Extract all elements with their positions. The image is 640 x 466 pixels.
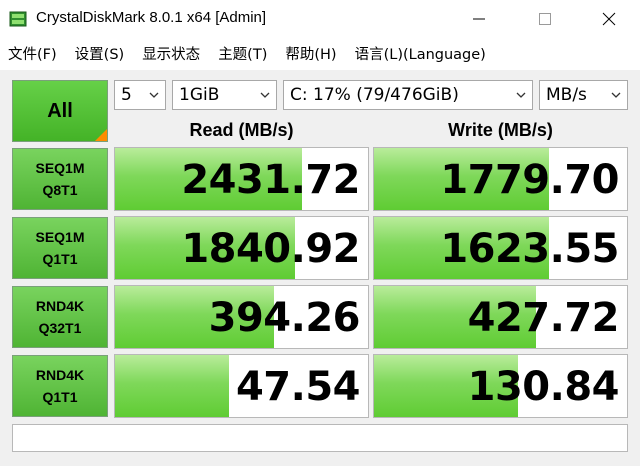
test-name: RND4K bbox=[35, 367, 85, 383]
test-rnd4k-q32t1-button[interactable]: RND4K Q32T1 bbox=[12, 286, 108, 348]
unit-value: MB/s bbox=[546, 85, 587, 105]
result-value: 130.84 bbox=[467, 364, 620, 410]
title-bar: CrystalDiskMark 8.0.1 x64 [Admin] bbox=[0, 0, 640, 38]
result-bar bbox=[115, 355, 229, 417]
menu-settings[interactable]: 设置(S) bbox=[75, 40, 125, 66]
menu-language[interactable]: 语言(L)(Language) bbox=[355, 40, 486, 66]
menu-theme[interactable]: 主题(T) bbox=[218, 40, 267, 66]
comment-input[interactable] bbox=[12, 424, 628, 452]
corner-marker-icon bbox=[95, 129, 107, 141]
read-result-seq1m-q8t1: 2431.72 bbox=[114, 147, 369, 211]
count-value: 5 bbox=[121, 85, 132, 105]
close-button[interactable] bbox=[586, 0, 632, 38]
test-name: SEQ1M bbox=[35, 229, 85, 245]
window-title: CrystalDiskMark 8.0.1 x64 [Admin] bbox=[36, 9, 267, 26]
minimize-icon bbox=[473, 18, 485, 20]
test-params: Q8T1 bbox=[42, 182, 78, 198]
test-params: Q1T1 bbox=[42, 251, 78, 267]
read-result-rnd4k-q32t1: 394.26 bbox=[114, 285, 369, 349]
drive-select[interactable]: C: 17% (79/476GiB) bbox=[283, 80, 533, 110]
result-value: 1840.92 bbox=[181, 226, 360, 272]
read-result-rnd4k-q1t1: 47.54 bbox=[114, 354, 369, 418]
chevron-down-icon bbox=[149, 92, 159, 98]
read-result-seq1m-q1t1: 1840.92 bbox=[114, 216, 369, 280]
all-button-label: All bbox=[47, 99, 73, 122]
result-value: 47.54 bbox=[235, 364, 361, 410]
test-rnd4k-q1t1-button[interactable]: RND4K Q1T1 bbox=[12, 355, 108, 417]
chevron-down-icon bbox=[260, 92, 270, 98]
app-icon bbox=[9, 11, 27, 27]
test-name: SEQ1M bbox=[35, 160, 85, 176]
count-select[interactable]: 5 bbox=[114, 80, 166, 110]
write-result-rnd4k-q32t1: 427.72 bbox=[373, 285, 628, 349]
result-value: 1623.55 bbox=[440, 226, 619, 272]
write-result-seq1m-q8t1: 1779.70 bbox=[373, 147, 628, 211]
test-seq1m-q1t1-button[interactable]: SEQ1M Q1T1 bbox=[12, 217, 108, 279]
result-value: 394.26 bbox=[208, 295, 361, 341]
menu-bar: 文件(F) 设置(S) 显示状态 主题(T) 帮助(H) 语言(L)(Langu… bbox=[0, 40, 640, 66]
minimize-button[interactable] bbox=[456, 0, 502, 38]
test-params: Q1T1 bbox=[42, 389, 78, 405]
unit-select[interactable]: MB/s bbox=[539, 80, 628, 110]
write-result-rnd4k-q1t1: 130.84 bbox=[373, 354, 628, 418]
result-value: 1779.70 bbox=[440, 157, 619, 203]
test-params: Q32T1 bbox=[38, 320, 82, 336]
write-result-seq1m-q1t1: 1623.55 bbox=[373, 216, 628, 280]
result-value: 427.72 bbox=[467, 295, 620, 341]
menu-help[interactable]: 帮助(H) bbox=[285, 40, 336, 66]
read-header: Read (MB/s) bbox=[189, 120, 294, 140]
menu-file[interactable]: 文件(F) bbox=[8, 40, 57, 66]
menu-display-status[interactable]: 显示状态 bbox=[142, 40, 200, 66]
chevron-down-icon bbox=[516, 92, 526, 98]
test-name: RND4K bbox=[35, 298, 85, 314]
close-icon bbox=[602, 12, 616, 26]
write-header: Write (MB/s) bbox=[448, 120, 553, 140]
size-select[interactable]: 1GiB bbox=[172, 80, 277, 110]
maximize-icon bbox=[539, 13, 551, 25]
all-button[interactable]: All bbox=[12, 80, 108, 142]
chevron-down-icon bbox=[611, 92, 621, 98]
test-seq1m-q8t1-button[interactable]: SEQ1M Q8T1 bbox=[12, 148, 108, 210]
main-panel: All 5 1GiB C: 17% (79/476GiB) MB/s Read … bbox=[0, 70, 640, 466]
result-value: 2431.72 bbox=[181, 157, 360, 203]
maximize-button[interactable] bbox=[522, 0, 568, 38]
size-value: 1GiB bbox=[179, 85, 220, 105]
drive-value: C: 17% (79/476GiB) bbox=[290, 85, 459, 105]
